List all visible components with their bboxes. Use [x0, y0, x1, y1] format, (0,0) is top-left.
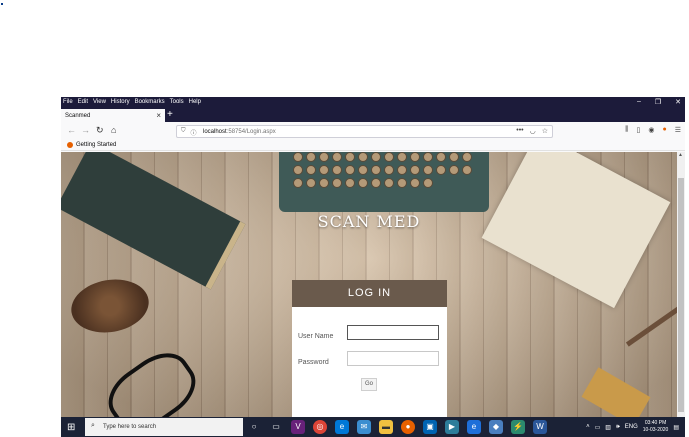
edge-icon[interactable]: e: [335, 420, 349, 434]
menu-tools[interactable]: Tools: [170, 99, 184, 105]
search-icon: ⌕: [91, 422, 95, 429]
menu-view[interactable]: View: [93, 99, 106, 105]
task-view-icon[interactable]: ▭: [269, 420, 283, 434]
tab-scanmed[interactable]: Scanmed ×: [61, 109, 165, 122]
close-icon[interactable]: ✕: [675, 98, 681, 106]
menu-history[interactable]: History: [111, 99, 130, 105]
username-label: User Name: [298, 333, 334, 340]
notification-icon[interactable]: ▤: [673, 424, 679, 431]
page-content: SCAN MED LOG IN User Name Password Go ▲: [61, 152, 685, 418]
chevron-up-icon[interactable]: ˄: [586, 424, 590, 430]
menu-file[interactable]: File: [63, 99, 73, 105]
bookmarks-bar: Getting Started: [61, 140, 685, 151]
bookmark-label: Getting Started: [76, 142, 117, 148]
firefox-taskbar-icon[interactable]: ●: [401, 420, 415, 434]
browser-window: File Edit View History Bookmarks Tools H…: [61, 97, 685, 418]
nav-bar: ← → ↻ ⌂ ⛉ ⓘ localhost:58754/Login.aspx •…: [61, 122, 685, 140]
go-button[interactable]: Go: [361, 378, 377, 391]
reload-icon[interactable]: ↻: [96, 125, 104, 136]
back-icon[interactable]: ←: [67, 125, 76, 135]
tab-bar: Scanmed × +: [61, 109, 685, 122]
scrollbar-thumb[interactable]: [678, 178, 684, 412]
window-controls: – ❐ ✕: [637, 98, 681, 106]
network-icon[interactable]: ▥: [605, 424, 611, 431]
password-input[interactable]: [347, 351, 439, 366]
power-automate-icon[interactable]: ⚡: [511, 420, 525, 434]
search-placeholder: Type here to search: [103, 424, 157, 430]
restore-icon[interactable]: ❐: [655, 98, 661, 106]
media-icon[interactable]: ▶: [445, 420, 459, 434]
url-host: localhost: [203, 129, 227, 135]
clock[interactable]: 03:40 PM 10-03-2020: [643, 420, 669, 434]
url-path: :58754/Login.aspx: [226, 129, 276, 135]
library-icon[interactable]: ⫼: [625, 126, 628, 134]
clock-date: 10-03-2020: [642, 427, 669, 433]
volume-icon[interactable]: 🕪: [616, 424, 620, 431]
account-icon[interactable]: ◉: [648, 126, 654, 134]
hamburger-menu-icon[interactable]: ☰: [675, 126, 681, 134]
visual-studio-icon[interactable]: V: [291, 420, 305, 434]
app-icon[interactable]: ◆: [489, 420, 503, 434]
toolbar-right: ⫼ ▯ ◉ ● ☰: [625, 126, 681, 134]
brand-title: SCAN MED: [317, 212, 421, 231]
menu-bookmarks[interactable]: Bookmarks: [135, 99, 165, 105]
language-indicator[interactable]: ENG: [625, 424, 638, 430]
tab-close-icon[interactable]: ×: [156, 111, 161, 120]
sidebar-icon[interactable]: ▯: [637, 126, 641, 134]
login-card: LOG IN User Name Password Go: [292, 280, 447, 418]
username-input[interactable]: [347, 325, 439, 340]
word-icon[interactable]: W: [533, 420, 547, 434]
menu-help[interactable]: Help: [189, 99, 201, 105]
url-text: localhost:58754/Login.aspx: [203, 129, 276, 135]
stray-dot: [1, 3, 3, 5]
system-tray: ˄ ▭ ▥ 🕪 ENG 03:40 PM 10-03-2020 ▤: [586, 420, 679, 434]
clock-time: 03:40 PM: [644, 420, 667, 426]
windows-start-icon[interactable]: ⊞: [67, 422, 75, 433]
page-actions-icon[interactable]: •••: [516, 127, 523, 135]
typewriter-image: [279, 152, 489, 212]
ie-icon[interactable]: e: [467, 420, 481, 434]
url-bar[interactable]: ⛉ ⓘ localhost:58754/Login.aspx ••• ◡ ☆: [176, 125, 553, 138]
menu-bar: File Edit View History Bookmarks Tools H…: [63, 99, 201, 105]
extension-icon[interactable]: ●: [662, 126, 666, 134]
battery-icon[interactable]: ▭: [595, 424, 601, 431]
store-icon[interactable]: ▣: [423, 420, 437, 434]
login-title: LOG IN: [292, 280, 447, 307]
firefox-icon: [67, 142, 73, 148]
screen: File Edit View History Bookmarks Tools H…: [0, 0, 689, 437]
shield-icon[interactable]: ⛉: [181, 128, 186, 137]
chrome-icon[interactable]: ◎: [313, 420, 327, 434]
title-bar: File Edit View History Bookmarks Tools H…: [61, 97, 685, 109]
forward-icon[interactable]: →: [81, 125, 90, 135]
mail-icon[interactable]: ✉: [357, 420, 371, 434]
minimize-icon[interactable]: –: [637, 98, 641, 106]
bookmark-getting-started[interactable]: Getting Started: [67, 142, 116, 148]
cortana-icon[interactable]: ○: [247, 420, 261, 434]
taskbar-apps: ○ ▭ V ◎ e ✉ ▬ ● ▣ ▶ e ◆ ⚡ W: [247, 420, 547, 434]
password-label: Password: [298, 359, 329, 366]
scroll-up-icon[interactable]: ▲: [678, 152, 683, 158]
taskbar-search[interactable]: ⌕ Type here to search: [85, 418, 243, 436]
new-tab-icon[interactable]: +: [167, 109, 173, 121]
bookmark-star-icon[interactable]: ☆: [542, 127, 548, 135]
tab-title: Scanmed: [65, 113, 91, 119]
scrollbar[interactable]: ▲: [677, 152, 685, 418]
file-explorer-icon[interactable]: ▬: [379, 420, 393, 434]
menu-edit[interactable]: Edit: [78, 99, 88, 105]
info-icon[interactable]: ⓘ: [191, 128, 197, 137]
home-icon[interactable]: ⌂: [111, 125, 116, 135]
taskbar: ⊞ ⌕ Type here to search ○ ▭ V ◎ e ✉ ▬ ● …: [61, 417, 685, 437]
pocket-icon[interactable]: ◡: [530, 127, 536, 135]
